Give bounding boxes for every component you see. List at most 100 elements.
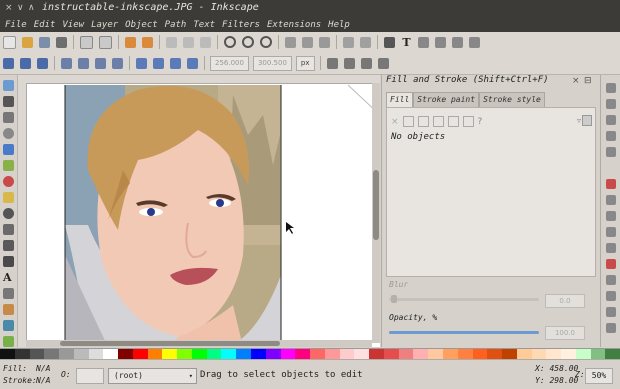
xml-editor-icon[interactable] bbox=[418, 36, 429, 48]
menu-text[interactable]: Text bbox=[192, 20, 216, 30]
document-properties-icon[interactable] bbox=[452, 36, 463, 48]
dock-iconify-icon[interactable]: ⊟ bbox=[584, 76, 592, 86]
snap-nodes-icon[interactable] bbox=[606, 179, 616, 189]
fill-stroke-icon[interactable] bbox=[384, 36, 395, 48]
zoom-page-icon[interactable] bbox=[260, 36, 272, 48]
open-icon[interactable] bbox=[22, 36, 33, 48]
horizontal-scroll-thumb[interactable] bbox=[60, 341, 280, 346]
dock-close-icon[interactable]: × bbox=[572, 76, 580, 86]
raise-to-top-icon[interactable] bbox=[136, 57, 147, 69]
menu-object[interactable]: Object bbox=[124, 20, 159, 30]
tab-fill[interactable]: Fill bbox=[386, 92, 414, 107]
zoom-input[interactable]: 50% bbox=[585, 368, 613, 384]
swatch-icon[interactable] bbox=[462, 116, 474, 127]
blur-value-input[interactable]: 0.0 bbox=[545, 294, 585, 308]
rectangle-tool-icon[interactable] bbox=[3, 144, 14, 155]
opacity-value-input[interactable]: 100.0 bbox=[545, 326, 585, 340]
snap-centers-icon[interactable] bbox=[606, 275, 616, 285]
flat-color-icon[interactable] bbox=[402, 116, 414, 127]
opacity-slider[interactable] bbox=[389, 331, 539, 334]
paint-bucket-tool-icon[interactable] bbox=[3, 320, 14, 331]
group-icon[interactable] bbox=[343, 36, 354, 48]
snap-page-border-icon[interactable] bbox=[606, 307, 616, 317]
flip-horizontal-icon[interactable] bbox=[95, 57, 106, 69]
snap-bbox-midpoints-icon[interactable] bbox=[606, 147, 616, 157]
fill-rule-nonzero-icon[interactable] bbox=[582, 115, 592, 126]
unset-paint-icon[interactable]: ? bbox=[478, 117, 483, 127]
lower-icon[interactable] bbox=[170, 57, 181, 69]
selector-tool-icon[interactable] bbox=[3, 80, 14, 91]
export-icon[interactable] bbox=[99, 35, 112, 49]
clone-icon[interactable] bbox=[302, 36, 313, 48]
snap-cusp-nodes-icon[interactable] bbox=[606, 227, 616, 237]
pen-tool-icon[interactable] bbox=[3, 240, 14, 251]
snap-midpoints-icon[interactable] bbox=[606, 259, 616, 269]
pattern-icon[interactable] bbox=[447, 116, 459, 127]
snap-rotation-center-icon[interactable] bbox=[606, 291, 616, 301]
snap-enable-icon[interactable] bbox=[606, 83, 616, 93]
menu-file[interactable]: File bbox=[4, 20, 28, 30]
node-tool-icon[interactable] bbox=[3, 96, 14, 107]
stroke-indicator-value[interactable]: N/A bbox=[36, 376, 50, 385]
radial-gradient-icon[interactable] bbox=[432, 116, 444, 127]
maximize-window-button[interactable]: ∧ bbox=[28, 3, 35, 13]
text-tool-icon[interactable]: A bbox=[3, 272, 14, 283]
current-layer-select[interactable]: (root) ▾ bbox=[108, 368, 197, 384]
redo-icon[interactable] bbox=[142, 36, 153, 48]
opacity-spinbox[interactable] bbox=[76, 368, 104, 384]
save-icon[interactable] bbox=[39, 36, 50, 48]
calligraphy-tool-icon[interactable] bbox=[3, 256, 14, 267]
spiral-tool-icon[interactable] bbox=[3, 208, 14, 219]
blur-slider[interactable] bbox=[389, 298, 539, 301]
transform-gradients-icon[interactable] bbox=[360, 57, 372, 69]
blur-slider-handle[interactable] bbox=[391, 295, 397, 303]
horizontal-ruler[interactable] bbox=[18, 75, 380, 84]
3dbox-tool-icon[interactable] bbox=[3, 160, 14, 171]
rotate-ccw-icon[interactable] bbox=[61, 57, 72, 69]
menu-filters[interactable]: Filters bbox=[221, 20, 261, 30]
snap-bbox-icon[interactable] bbox=[606, 99, 616, 109]
y-position-input[interactable]: 300.500 bbox=[252, 55, 292, 71]
linear-gradient-icon[interactable] bbox=[417, 116, 429, 127]
x-position-input[interactable]: 256.000 bbox=[210, 55, 249, 71]
import-icon[interactable] bbox=[80, 35, 93, 49]
tab-stroke-paint[interactable]: Stroke paint bbox=[413, 92, 480, 107]
select-all-layers-icon[interactable] bbox=[20, 57, 31, 69]
spray-tool-icon[interactable] bbox=[3, 288, 14, 299]
eraser-tool-icon[interactable] bbox=[3, 304, 14, 315]
text-font-icon[interactable]: T bbox=[401, 37, 412, 48]
menu-layer[interactable]: Layer bbox=[90, 20, 119, 30]
menu-view[interactable]: View bbox=[61, 20, 85, 30]
menu-path[interactable]: Path bbox=[164, 20, 188, 30]
zoom-selection-icon[interactable] bbox=[224, 36, 236, 48]
vertical-scroll-thumb[interactable] bbox=[373, 170, 379, 240]
deselect-icon[interactable] bbox=[37, 57, 48, 69]
fill-rule-evenodd-icon[interactable]: ▿ bbox=[577, 116, 581, 125]
menu-extensions[interactable]: Extensions bbox=[266, 20, 322, 30]
align-distribute-icon[interactable] bbox=[435, 36, 446, 48]
ellipse-tool-icon[interactable] bbox=[3, 176, 14, 187]
unlink-clone-icon[interactable] bbox=[319, 36, 330, 48]
copy-icon[interactable] bbox=[166, 36, 177, 48]
new-document-icon[interactable] bbox=[3, 35, 16, 49]
menu-edit[interactable]: Edit bbox=[33, 20, 57, 30]
snap-bbox-corners-icon[interactable] bbox=[606, 131, 616, 141]
select-all-icon[interactable] bbox=[3, 57, 14, 69]
undo-icon[interactable] bbox=[125, 36, 136, 48]
gradient-tool-icon[interactable] bbox=[3, 336, 14, 347]
print-icon[interactable] bbox=[56, 36, 67, 48]
minimize-window-button[interactable]: ∨ bbox=[17, 3, 24, 13]
raise-icon[interactable] bbox=[153, 57, 164, 69]
zoom-tool-icon[interactable] bbox=[3, 128, 14, 139]
preferences-icon[interactable] bbox=[469, 36, 480, 48]
snap-grid-icon[interactable] bbox=[606, 323, 616, 333]
scale-corners-icon[interactable] bbox=[343, 57, 355, 69]
zoom-drawing-icon[interactable] bbox=[242, 36, 254, 48]
pencil-tool-icon[interactable] bbox=[3, 224, 14, 235]
lower-to-bottom-icon[interactable] bbox=[187, 57, 198, 69]
snap-smooth-nodes-icon[interactable] bbox=[606, 243, 616, 253]
ungroup-icon[interactable] bbox=[360, 36, 371, 48]
tab-stroke-style[interactable]: Stroke style bbox=[479, 92, 545, 107]
cut-icon[interactable] bbox=[183, 36, 194, 48]
vertical-ruler[interactable] bbox=[18, 83, 27, 347]
